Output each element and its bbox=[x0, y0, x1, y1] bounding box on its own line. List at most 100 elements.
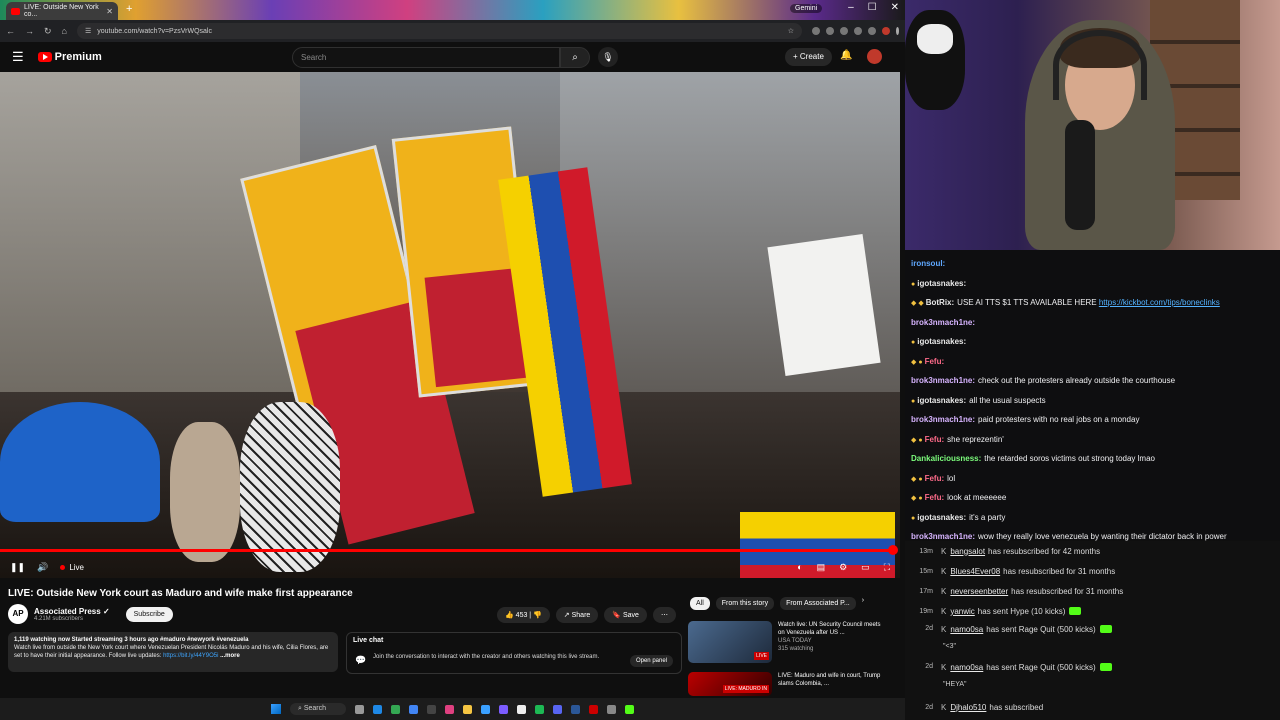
open-panel-button[interactable]: Open panel bbox=[629, 655, 673, 667]
event-username[interactable]: neverseenbetter bbox=[950, 587, 1008, 596]
minimize-icon[interactable]: – bbox=[848, 2, 854, 13]
taskbar-search[interactable]: ⌕ Search bbox=[289, 703, 347, 715]
live-indicator[interactable]: Live bbox=[60, 563, 84, 572]
microphone-icon[interactable]: 🎙 bbox=[598, 47, 618, 67]
save-button[interactable]: 🔖 Save bbox=[604, 607, 647, 623]
chevron-right-icon[interactable]: › bbox=[862, 597, 864, 610]
chat-username[interactable]: Fefu: bbox=[925, 435, 945, 444]
app-icon[interactable] bbox=[517, 704, 527, 714]
new-tab-icon[interactable]: + bbox=[126, 3, 132, 15]
chat-username[interactable]: brok3nmach1ne: bbox=[911, 415, 975, 424]
file-explorer-icon[interactable] bbox=[463, 704, 473, 714]
menu-dots-icon[interactable] bbox=[896, 27, 899, 35]
miniplayer-icon[interactable]: ▭ bbox=[861, 562, 870, 573]
app-icon[interactable] bbox=[607, 704, 617, 714]
chat-username[interactable]: igotasnakes: bbox=[917, 396, 966, 405]
app-icon[interactable] bbox=[481, 704, 491, 714]
windows-start-icon[interactable] bbox=[270, 704, 281, 714]
extension-icon[interactable] bbox=[826, 27, 834, 35]
search-input[interactable]: Search bbox=[292, 47, 560, 68]
youtube-logo[interactable]: Premium bbox=[37, 51, 102, 63]
scrubber-handle[interactable] bbox=[888, 545, 898, 555]
reload-icon[interactable]: ↻ bbox=[44, 26, 52, 37]
account-avatar[interactable] bbox=[867, 49, 882, 64]
event-username[interactable]: Djhalo510 bbox=[950, 703, 986, 712]
chat-username[interactable]: Fefu: bbox=[925, 493, 945, 502]
app-icon[interactable] bbox=[589, 704, 599, 714]
chat-username[interactable]: brok3nmach1ne: bbox=[911, 318, 975, 327]
app-icon[interactable] bbox=[571, 704, 581, 714]
close-window-icon[interactable]: ✕ bbox=[891, 2, 899, 13]
spotify-icon[interactable] bbox=[535, 704, 545, 714]
app-icon[interactable] bbox=[445, 704, 455, 714]
address-bar[interactable]: ☰ youtube.com/watch?v=PzsVrWQsalc ☆ bbox=[76, 23, 802, 39]
description-link[interactable]: https://bit.ly/44Y9O5i bbox=[163, 653, 218, 659]
show-more-button[interactable]: ...more bbox=[220, 653, 240, 659]
event-username[interactable]: namo0sa bbox=[950, 625, 983, 634]
chip-all[interactable]: All bbox=[690, 597, 710, 610]
discord-icon[interactable] bbox=[553, 704, 563, 714]
close-tab-icon[interactable]: ✕ bbox=[106, 7, 113, 16]
thumbs-down-icon[interactable]: 👎 bbox=[533, 612, 542, 619]
home-icon[interactable]: ⌂ bbox=[62, 26, 67, 36]
bookmark-icon[interactable]: ☆ bbox=[788, 27, 794, 35]
notifications-bell-icon[interactable]: 🔔 bbox=[840, 50, 852, 61]
extension-icon[interactable] bbox=[812, 27, 820, 35]
back-icon[interactable]: ← bbox=[6, 26, 15, 36]
gemini-button[interactable]: Gemini bbox=[790, 4, 823, 13]
extension-icon[interactable] bbox=[868, 27, 876, 35]
video-thumbnail[interactable]: LIVE bbox=[688, 621, 772, 663]
event-username[interactable]: yanwic bbox=[950, 607, 974, 616]
channel-avatar[interactable]: AP bbox=[8, 604, 28, 624]
video-player[interactable] bbox=[0, 72, 900, 578]
chat-link[interactable]: https://kickbot.com/tips/boneclinks bbox=[1099, 298, 1220, 307]
chat-username[interactable]: Fefu: bbox=[925, 474, 945, 483]
extension-icon[interactable] bbox=[840, 27, 848, 35]
profile-icon[interactable] bbox=[882, 27, 890, 35]
extension-icon[interactable] bbox=[854, 27, 862, 35]
chat-username[interactable]: Dankaliciousness: bbox=[911, 454, 981, 463]
chat-username[interactable]: igotasnakes: bbox=[917, 513, 966, 522]
event-username[interactable]: Blues4Ever08 bbox=[950, 567, 1000, 576]
chat-username[interactable]: brok3nmach1ne: bbox=[911, 376, 975, 385]
app-icon[interactable] bbox=[427, 704, 437, 714]
forward-icon[interactable]: → bbox=[25, 26, 34, 36]
fullscreen-icon[interactable]: ⛶ bbox=[884, 562, 890, 573]
chat-username[interactable]: brok3nmach1ne: bbox=[911, 532, 975, 541]
volume-icon[interactable]: 🔊 bbox=[37, 562, 48, 573]
captions-icon[interactable]: ▤ bbox=[817, 562, 826, 573]
video-thumbnail[interactable]: LIVE: MADURO IN bbox=[688, 672, 772, 696]
progress-bar[interactable] bbox=[0, 545, 898, 555]
maximize-icon[interactable]: ☐ bbox=[868, 2, 877, 13]
kick-icon[interactable] bbox=[625, 704, 635, 714]
related-video[interactable]: LIVE Watch live: UN Security Council mee… bbox=[688, 621, 893, 663]
event-username[interactable]: bangsalot bbox=[950, 547, 985, 556]
app-icon[interactable] bbox=[499, 704, 509, 714]
create-button[interactable]: + Create bbox=[785, 48, 832, 66]
channel-name[interactable]: Associated Press ✓ bbox=[34, 607, 110, 616]
hamburger-menu-icon[interactable]: ☰ bbox=[12, 49, 24, 65]
event-username[interactable]: namo0sa bbox=[950, 663, 983, 672]
chat-username[interactable]: igotasnakes: bbox=[917, 279, 966, 288]
chat-username[interactable]: igotasnakes: bbox=[917, 337, 966, 346]
more-actions-icon[interactable]: ⋯ bbox=[652, 607, 676, 623]
related-video[interactable]: LIVE: MADURO IN LIVE: Maduro and wife in… bbox=[688, 672, 893, 696]
task-view-icon[interactable] bbox=[355, 704, 365, 714]
chip-from-associated-press[interactable]: From Associated P... bbox=[780, 597, 856, 610]
pause-icon[interactable]: ❚❚ bbox=[10, 562, 25, 573]
chat-username[interactable]: Fefu: bbox=[925, 357, 945, 366]
chat-username[interactable]: ironsoul: bbox=[911, 259, 945, 268]
chip-from-this-story[interactable]: From this story bbox=[715, 597, 775, 610]
like-button[interactable]: 👍 453 | 👎 bbox=[497, 607, 550, 623]
settings-gear-icon[interactable]: ⚙ bbox=[839, 562, 847, 573]
description-box[interactable]: 1,119 watching now Started streaming 3 h… bbox=[8, 632, 338, 672]
site-info-icon[interactable]: ☰ bbox=[85, 27, 91, 35]
chrome-icon[interactable] bbox=[391, 704, 401, 714]
chat-username[interactable]: BotRix: bbox=[926, 298, 954, 307]
subscribe-button[interactable]: Subscribe bbox=[125, 606, 173, 622]
app-icon[interactable] bbox=[409, 704, 419, 714]
tab-youtube[interactable]: LIVE: Outside New York co... ✕ bbox=[6, 2, 118, 20]
edge-icon[interactable] bbox=[373, 704, 383, 714]
autoplay-toggle-icon[interactable]: ◐ bbox=[797, 562, 802, 573]
share-button[interactable]: ↗ Share bbox=[555, 607, 599, 623]
